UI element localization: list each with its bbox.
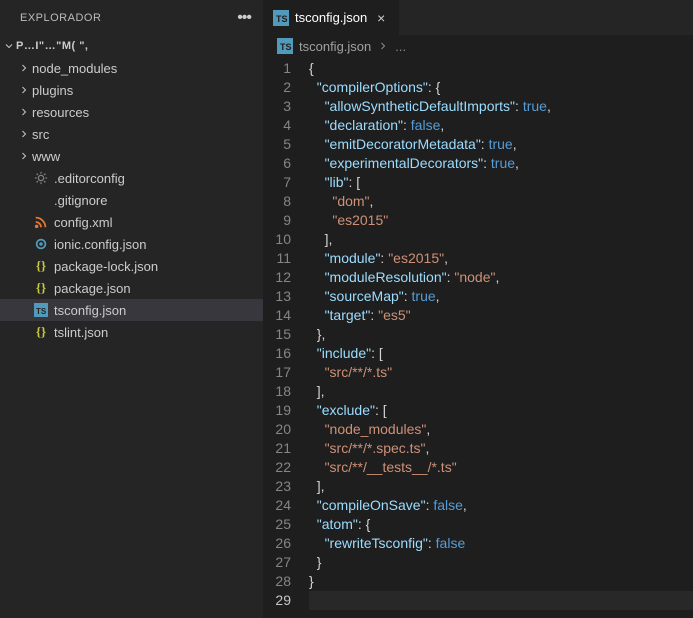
file-item[interactable]: ionic.config.json (0, 233, 263, 255)
file-label: package.json (54, 281, 131, 296)
file-item[interactable]: .gitignore (0, 189, 263, 211)
tab-label: tsconfig.json (295, 10, 367, 25)
folder-item[interactable]: node_modules (0, 57, 263, 79)
breadcrumb-file: tsconfig.json (299, 39, 371, 54)
file-item[interactable]: TS tsconfig.json (0, 299, 263, 321)
file-item[interactable]: {} package.json (0, 277, 263, 299)
svg-text:TS: TS (36, 307, 47, 316)
file-item[interactable]: {} package-lock.json (0, 255, 263, 277)
file-icon: {} (32, 324, 50, 340)
file-label: config.xml (54, 215, 113, 230)
folder-label: src (32, 127, 49, 142)
file-label: .editorconfig (54, 171, 125, 186)
explorer-sidebar: EXPLORADOR ••• P…I"…"M( ", node_modulesp… (0, 0, 263, 618)
breadcrumb-more: ... (395, 39, 406, 54)
folder-label: www (32, 149, 60, 164)
file-icon (32, 171, 50, 185)
file-label: ionic.config.json (54, 237, 147, 252)
folder-label: node_modules (32, 61, 117, 76)
file-label: package-lock.json (54, 259, 158, 274)
tab-tsconfig[interactable]: TS tsconfig.json × (263, 0, 400, 35)
chevron-right-icon (16, 62, 32, 74)
file-tree: node_modulesplugins resources src www .edito… (0, 57, 263, 343)
file-label: tsconfig.json (54, 303, 126, 318)
file-icon: {} (32, 280, 50, 296)
more-actions-icon[interactable]: ••• (237, 9, 251, 27)
folder-item[interactable]: src (0, 123, 263, 145)
breadcrumb[interactable]: TS tsconfig.json ... (263, 35, 693, 57)
folder-item[interactable]: plugins (0, 79, 263, 101)
chevron-right-icon (16, 150, 32, 162)
code-editor[interactable]: 1234567891011121314151617181920212223242… (263, 57, 693, 618)
chevron-right-icon (16, 106, 32, 118)
project-name: P…I"…"M( ", (16, 40, 88, 52)
file-icon (32, 237, 50, 251)
main-area: TS tsconfig.json × TS tsconfig.json ... … (263, 0, 693, 618)
svg-text:TS: TS (276, 14, 288, 24)
folder-item[interactable]: www (0, 145, 263, 167)
code-content[interactable]: { "compilerOptions": { "allowSyntheticDe… (309, 59, 693, 618)
chevron-right-icon (16, 84, 32, 96)
folder-label: plugins (32, 83, 73, 98)
file-label: .gitignore (54, 193, 107, 208)
file-item[interactable]: .editorconfig (0, 167, 263, 189)
ts-icon: TS (273, 10, 289, 26)
file-icon (32, 215, 50, 229)
file-item[interactable]: config.xml (0, 211, 263, 233)
project-root[interactable]: P…I"…"M( ", (0, 35, 263, 57)
sidebar-title: EXPLORADOR (20, 12, 101, 24)
file-icon (32, 193, 50, 207)
tab-bar: TS tsconfig.json × (263, 0, 693, 35)
file-label: tslint.json (54, 325, 108, 340)
svg-text:TS: TS (280, 42, 292, 52)
chevron-right-icon (377, 40, 389, 52)
folder-label: resources (32, 105, 89, 120)
folder-item[interactable]: resources (0, 101, 263, 123)
file-item[interactable]: {} tslint.json (0, 321, 263, 343)
file-icon: {} (32, 258, 50, 274)
chevron-down-icon (2, 40, 16, 52)
line-gutter: 1234567891011121314151617181920212223242… (263, 59, 309, 618)
file-icon: TS (32, 303, 50, 317)
close-icon[interactable]: × (373, 10, 389, 26)
chevron-right-icon (16, 128, 32, 140)
sidebar-header: EXPLORADOR ••• (0, 0, 263, 35)
ts-icon: TS (277, 38, 293, 54)
